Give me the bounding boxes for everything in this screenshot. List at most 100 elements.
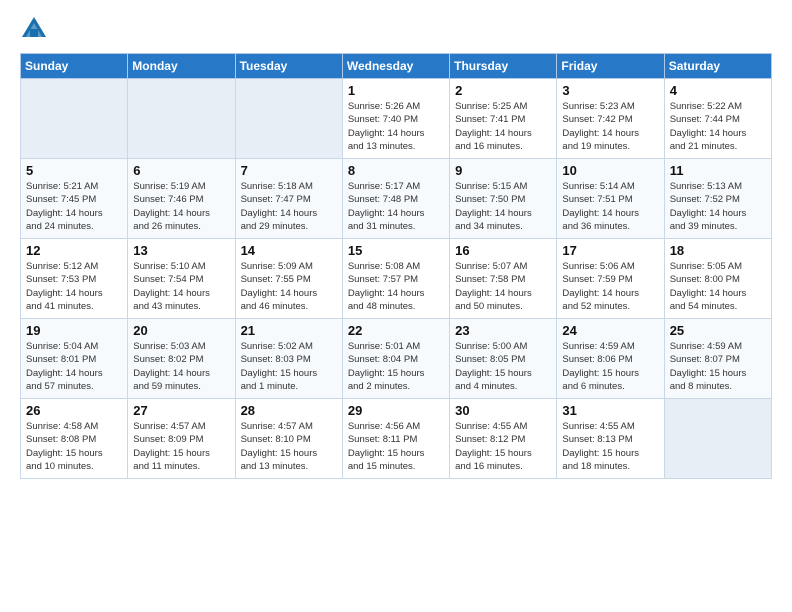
calendar-cell: 21 Sunrise: 5:02 AM Sunset: 8:03 PM Dayli… (235, 319, 342, 399)
day-number: 12 (26, 243, 122, 258)
weekday-header-tuesday: Tuesday (235, 54, 342, 79)
day-info: Sunrise: 5:09 AM Sunset: 7:55 PM Dayligh… (241, 260, 337, 313)
day-number: 1 (348, 83, 444, 98)
day-number: 18 (670, 243, 766, 258)
logo-icon (20, 15, 48, 43)
day-number: 5 (26, 163, 122, 178)
day-info: Sunrise: 4:58 AM Sunset: 8:08 PM Dayligh… (26, 420, 122, 473)
day-info: Sunrise: 4:57 AM Sunset: 8:09 PM Dayligh… (133, 420, 229, 473)
calendar-cell: 22 Sunrise: 5:01 AM Sunset: 8:04 PM Dayli… (342, 319, 449, 399)
day-number: 26 (26, 403, 122, 418)
day-info: Sunrise: 5:02 AM Sunset: 8:03 PM Dayligh… (241, 340, 337, 393)
calendar-cell: 20Sunrise: 5:03 AM Sunset: 8:02 PM Dayli… (128, 319, 235, 399)
calendar-cell (128, 79, 235, 159)
calendar-cell: 12 Sunrise: 5:12 AM Sunset: 7:53 PM Dayli… (21, 239, 128, 319)
calendar-cell: 5 Sunrise: 5:21 AM Sunset: 7:45 PM Daylig… (21, 159, 128, 239)
calendar-cell: 16Sunrise: 5:07 AM Sunset: 7:58 PM Dayli… (450, 239, 557, 319)
day-info: Sunrise: 5:22 AM Sunset: 7:44 PM Dayligh… (670, 100, 766, 153)
day-number: 22 (348, 323, 444, 338)
calendar-cell: 4 Sunrise: 5:22 AM Sunset: 7:44 PM Daylig… (664, 79, 771, 159)
calendar-cell: 7 Sunrise: 5:18 AM Sunset: 7:47 PM Daylig… (235, 159, 342, 239)
calendar-cell: 13 Sunrise: 5:10 AM Sunset: 7:54 PM Dayli… (128, 239, 235, 319)
day-number: 21 (241, 323, 337, 338)
day-number: 15 (348, 243, 444, 258)
calendar-cell: 2Sunrise: 5:25 AM Sunset: 7:41 PM Daylig… (450, 79, 557, 159)
weekday-header-thursday: Thursday (450, 54, 557, 79)
calendar-cell: 9Sunrise: 5:15 AM Sunset: 7:50 PM Daylig… (450, 159, 557, 239)
calendar-cell (664, 399, 771, 479)
day-info: Sunrise: 5:18 AM Sunset: 7:47 PM Dayligh… (241, 180, 337, 233)
day-info: Sunrise: 5:12 AM Sunset: 7:53 PM Dayligh… (26, 260, 122, 313)
calendar-cell: 15Sunrise: 5:08 AM Sunset: 7:57 PM Dayli… (342, 239, 449, 319)
day-number: 8 (348, 163, 444, 178)
day-info: Sunrise: 5:07 AM Sunset: 7:58 PM Dayligh… (455, 260, 551, 313)
day-info: Sunrise: 5:19 AM Sunset: 7:46 PM Dayligh… (133, 180, 229, 233)
day-info: Sunrise: 4:56 AM Sunset: 8:11 PM Dayligh… (348, 420, 444, 473)
calendar-cell: 28 Sunrise: 4:57 AM Sunset: 8:10 PM Dayli… (235, 399, 342, 479)
day-number: 23 (455, 323, 551, 338)
day-info: Sunrise: 5:10 AM Sunset: 7:54 PM Dayligh… (133, 260, 229, 313)
calendar-cell: 19Sunrise: 5:04 AM Sunset: 8:01 PM Dayli… (21, 319, 128, 399)
week-row-1: 1 Sunrise: 5:26 AM Sunset: 7:40 PM Daylig… (21, 79, 772, 159)
day-number: 3 (562, 83, 658, 98)
day-info: Sunrise: 5:14 AM Sunset: 7:51 PM Dayligh… (562, 180, 658, 233)
day-number: 31 (562, 403, 658, 418)
day-info: Sunrise: 5:23 AM Sunset: 7:42 PM Dayligh… (562, 100, 658, 153)
calendar-cell: 29 Sunrise: 4:56 AM Sunset: 8:11 PM Dayli… (342, 399, 449, 479)
day-number: 25 (670, 323, 766, 338)
calendar-cell: 18Sunrise: 5:05 AM Sunset: 8:00 PM Dayli… (664, 239, 771, 319)
calendar-cell: 10 Sunrise: 5:14 AM Sunset: 7:51 PM Dayli… (557, 159, 664, 239)
calendar-cell: 8 Sunrise: 5:17 AM Sunset: 7:48 PM Daylig… (342, 159, 449, 239)
header (20, 15, 772, 43)
calendar-cell: 11 Sunrise: 5:13 AM Sunset: 7:52 PM Dayli… (664, 159, 771, 239)
week-row-3: 12 Sunrise: 5:12 AM Sunset: 7:53 PM Dayli… (21, 239, 772, 319)
weekday-header-monday: Monday (128, 54, 235, 79)
day-info: Sunrise: 5:03 AM Sunset: 8:02 PM Dayligh… (133, 340, 229, 393)
day-number: 14 (241, 243, 337, 258)
day-info: Sunrise: 5:17 AM Sunset: 7:48 PM Dayligh… (348, 180, 444, 233)
weekday-header-row: SundayMondayTuesdayWednesdayThursdayFrid… (21, 54, 772, 79)
day-info: Sunrise: 5:25 AM Sunset: 7:41 PM Dayligh… (455, 100, 551, 153)
logo (20, 15, 52, 43)
weekday-header-friday: Friday (557, 54, 664, 79)
day-number: 17 (562, 243, 658, 258)
day-info: Sunrise: 5:04 AM Sunset: 8:01 PM Dayligh… (26, 340, 122, 393)
day-number: 29 (348, 403, 444, 418)
calendar-cell: 25Sunrise: 4:59 AM Sunset: 8:07 PM Dayli… (664, 319, 771, 399)
calendar-cell (235, 79, 342, 159)
day-number: 10 (562, 163, 658, 178)
calendar-cell: 17Sunrise: 5:06 AM Sunset: 7:59 PM Dayli… (557, 239, 664, 319)
day-info: Sunrise: 4:57 AM Sunset: 8:10 PM Dayligh… (241, 420, 337, 473)
calendar-cell: 27 Sunrise: 4:57 AM Sunset: 8:09 PM Dayli… (128, 399, 235, 479)
day-number: 27 (133, 403, 229, 418)
calendar-cell: 14 Sunrise: 5:09 AM Sunset: 7:55 PM Dayli… (235, 239, 342, 319)
day-number: 30 (455, 403, 551, 418)
day-number: 24 (562, 323, 658, 338)
day-number: 28 (241, 403, 337, 418)
week-row-5: 26 Sunrise: 4:58 AM Sunset: 8:08 PM Dayli… (21, 399, 772, 479)
day-info: Sunrise: 4:55 AM Sunset: 8:13 PM Dayligh… (562, 420, 658, 473)
calendar: SundayMondayTuesdayWednesdayThursdayFrid… (20, 53, 772, 479)
calendar-cell: 24Sunrise: 4:59 AM Sunset: 8:06 PM Dayli… (557, 319, 664, 399)
calendar-cell: 31 Sunrise: 4:55 AM Sunset: 8:13 PM Dayli… (557, 399, 664, 479)
day-number: 4 (670, 83, 766, 98)
day-info: Sunrise: 5:15 AM Sunset: 7:50 PM Dayligh… (455, 180, 551, 233)
week-row-4: 19Sunrise: 5:04 AM Sunset: 8:01 PM Dayli… (21, 319, 772, 399)
day-info: Sunrise: 5:01 AM Sunset: 8:04 PM Dayligh… (348, 340, 444, 393)
day-number: 11 (670, 163, 766, 178)
calendar-cell: 1 Sunrise: 5:26 AM Sunset: 7:40 PM Daylig… (342, 79, 449, 159)
day-info: Sunrise: 5:21 AM Sunset: 7:45 PM Dayligh… (26, 180, 122, 233)
calendar-cell: 26 Sunrise: 4:58 AM Sunset: 8:08 PM Dayli… (21, 399, 128, 479)
page: SundayMondayTuesdayWednesdayThursdayFrid… (0, 0, 792, 612)
day-number: 7 (241, 163, 337, 178)
day-number: 13 (133, 243, 229, 258)
day-info: Sunrise: 5:00 AM Sunset: 8:05 PM Dayligh… (455, 340, 551, 393)
calendar-cell: 30Sunrise: 4:55 AM Sunset: 8:12 PM Dayli… (450, 399, 557, 479)
weekday-header-wednesday: Wednesday (342, 54, 449, 79)
calendar-cell: 3 Sunrise: 5:23 AM Sunset: 7:42 PM Daylig… (557, 79, 664, 159)
day-info: Sunrise: 5:13 AM Sunset: 7:52 PM Dayligh… (670, 180, 766, 233)
calendar-cell (21, 79, 128, 159)
day-number: 6 (133, 163, 229, 178)
weekday-header-sunday: Sunday (21, 54, 128, 79)
day-info: Sunrise: 5:26 AM Sunset: 7:40 PM Dayligh… (348, 100, 444, 153)
